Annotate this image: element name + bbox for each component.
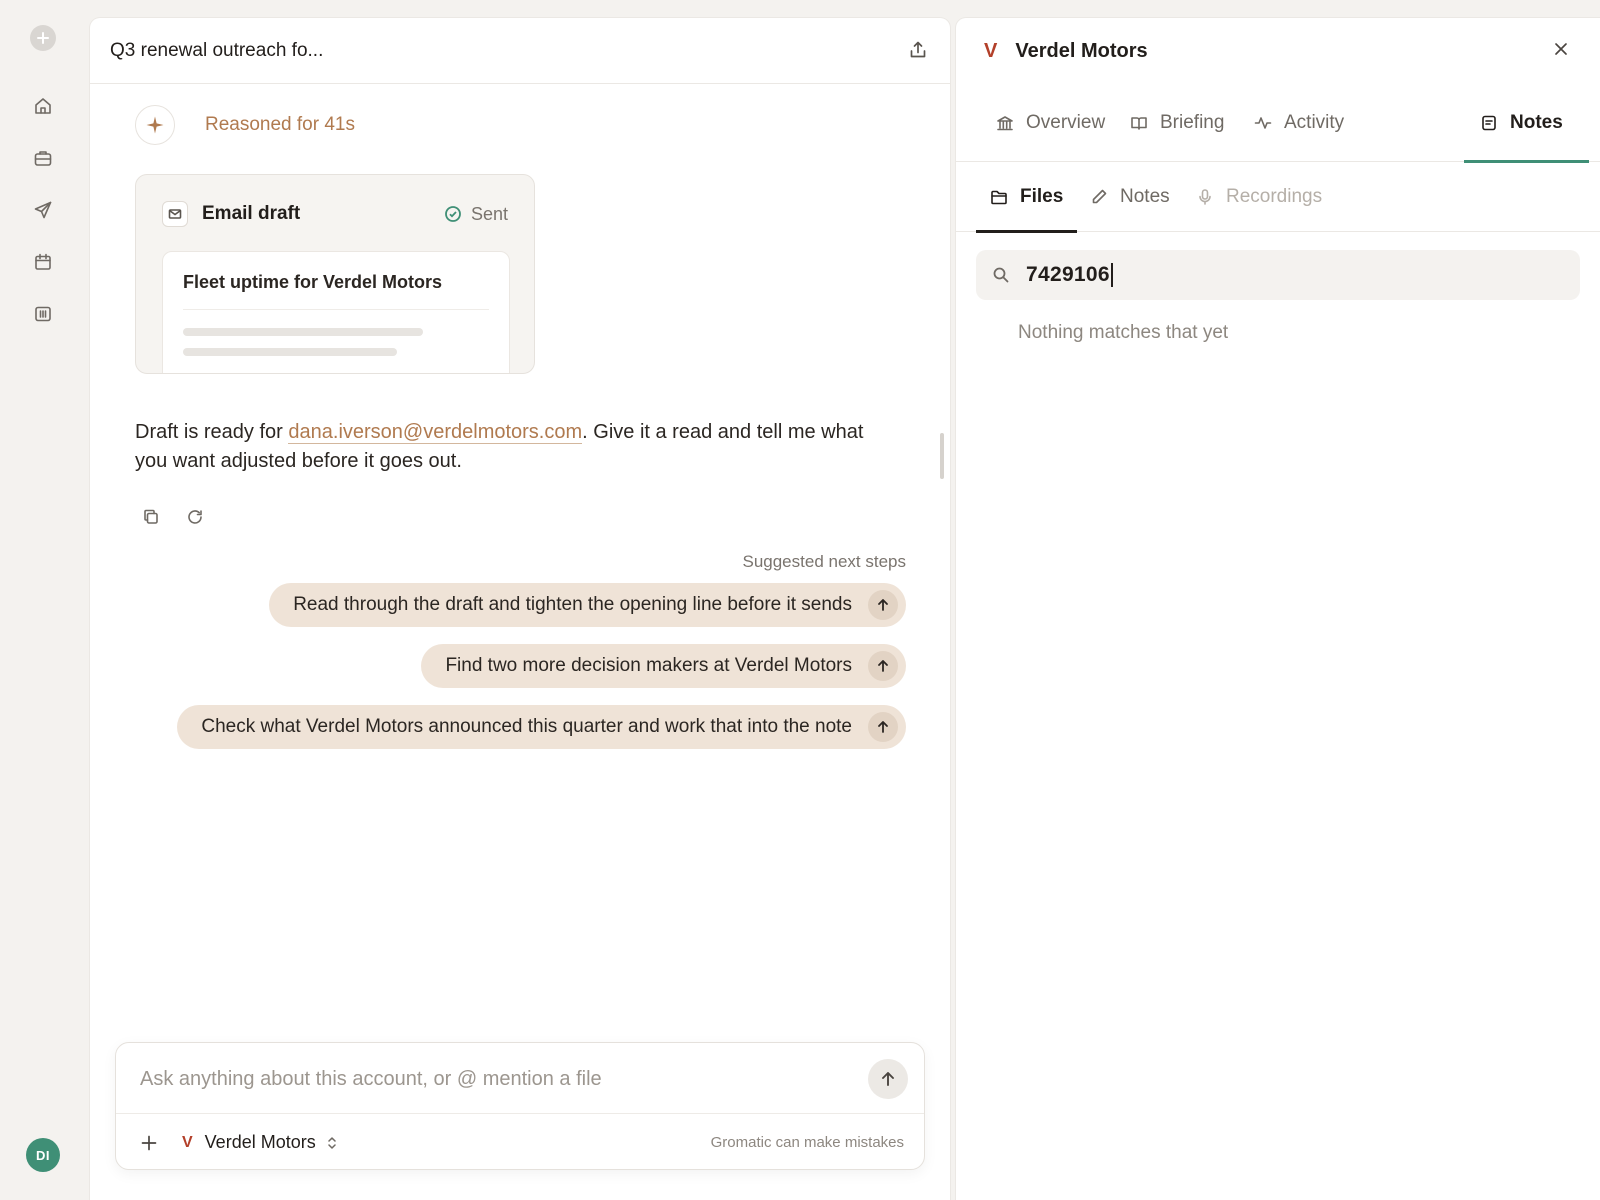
message-actions [140, 506, 206, 528]
rail-briefcase-button[interactable] [29, 144, 57, 172]
copy-button[interactable] [140, 506, 162, 528]
assistant-reply: Draft is ready for dana.iverson@verdelmo… [135, 418, 895, 476]
attach-button[interactable] [136, 1130, 162, 1156]
suggestion-text: Find two more decision makers at Verdel … [445, 655, 852, 676]
placeholder-line [183, 348, 397, 356]
subtab-label: Recordings [1226, 186, 1323, 207]
side-panel-header: V Verdel Motors [956, 18, 1600, 84]
tab-notes[interactable]: Notes [1464, 84, 1589, 163]
files-search-input[interactable]: 7429106 [976, 250, 1580, 300]
close-button[interactable] [1552, 40, 1574, 62]
tab-label: Briefing [1160, 112, 1225, 133]
verdel-logo-icon: V [182, 1133, 193, 1151]
tab-overview[interactable]: Overview [996, 84, 1105, 162]
tab-briefing[interactable]: Briefing [1130, 84, 1224, 162]
email-draft-card[interactable]: Email draft Sent Fleet uptime for Verdel… [135, 174, 535, 374]
reasoning-row[interactable]: Reasoned for 41s [135, 105, 355, 145]
placeholder-line [183, 328, 423, 336]
rail-calendar-button[interactable] [29, 248, 57, 276]
plus-icon [37, 32, 49, 44]
rail-send-button[interactable] [29, 196, 57, 224]
microphone-icon [1199, 189, 1211, 205]
search-query: 7429106 [1026, 262, 1113, 288]
suggestion-chip[interactable]: Check what Verdel Motors announced this … [177, 705, 906, 749]
bank-icon [997, 116, 1013, 131]
sparkle-icon [135, 105, 175, 145]
share-icon [910, 41, 926, 58]
new-chat-button[interactable] [30, 25, 56, 51]
message-composer: V Verdel Motors Gromatic can make mistak… [115, 1042, 925, 1170]
arrow-up-icon [868, 590, 898, 620]
notes-subtabs: Files Notes Recordings [956, 162, 1600, 233]
home-icon [35, 98, 51, 114]
account-selector[interactable]: V Verdel Motors [182, 1132, 338, 1153]
suggestion-text: Read through the draft and tighten the o… [293, 594, 852, 615]
empty-state-message: Nothing matches that yet [1018, 322, 1229, 343]
calendar-icon [35, 253, 51, 270]
reasoning-label: Reasoned for 41s [205, 114, 355, 135]
search-query-text: 7429106 [1026, 262, 1110, 286]
email-subject: Fleet uptime for Verdel Motors [183, 272, 489, 310]
mail-icon [162, 201, 188, 227]
scrollbar-thumb[interactable] [940, 433, 944, 479]
account-selector-label: Verdel Motors [204, 1132, 316, 1152]
search-icon [993, 267, 1009, 283]
tab-label: Overview [1026, 112, 1106, 133]
email-preview: Fleet uptime for Verdel Motors [162, 251, 510, 373]
note-icon [1482, 115, 1496, 131]
account-side-panel: V Verdel Motors Overview Briefing Activi… [956, 18, 1600, 1200]
rail-columns-button[interactable] [29, 300, 57, 328]
arrow-up-icon [882, 1072, 894, 1086]
tab-activity[interactable]: Activity [1254, 84, 1344, 162]
tab-label: Notes [1510, 112, 1563, 133]
chevron-updown-icon [326, 1135, 338, 1151]
email-card-header: Email draft Sent [162, 201, 508, 227]
verdel-logo-icon: V [984, 39, 998, 62]
copy-icon [144, 509, 158, 524]
message-input[interactable] [140, 1061, 840, 1097]
pencil-icon [1092, 189, 1107, 204]
refresh-icon [188, 510, 202, 524]
book-open-icon [1131, 117, 1147, 130]
close-icon [1555, 43, 1567, 55]
arrow-up-icon [868, 651, 898, 681]
tab-label: Activity [1284, 112, 1345, 133]
check-circle-icon [445, 206, 461, 222]
subtab-notes[interactable]: Notes [1090, 162, 1170, 232]
chat-panel: Q3 renewal outreach fo... Reasoned for 4… [90, 18, 950, 1200]
sent-status: Sent [444, 204, 508, 225]
share-button[interactable] [908, 40, 930, 62]
chat-header: Q3 renewal outreach fo... [90, 18, 950, 84]
suggestion-text: Check what Verdel Motors announced this … [201, 716, 852, 737]
briefcase-icon [34, 151, 52, 166]
reply-text-before: Draft is ready for [135, 421, 289, 443]
disclaimer-text: Gromatic can make mistakes [710, 1134, 904, 1151]
user-avatar[interactable]: DI [26, 1138, 60, 1172]
text-caret [1110, 263, 1113, 288]
email-draft-label: Email draft [202, 203, 301, 224]
send-button[interactable] [868, 1059, 908, 1099]
activity-icon [1254, 117, 1272, 129]
suggestion-chip[interactable]: Read through the draft and tighten the o… [269, 583, 906, 627]
account-title: Verdel Motors [1015, 39, 1148, 62]
subtab-label: Files [1020, 186, 1064, 207]
subtab-files[interactable]: Files [975, 162, 1078, 233]
composer-footer: V Verdel Motors Gromatic can make mistak… [116, 1113, 924, 1171]
folder-icon [991, 190, 1007, 205]
regenerate-button[interactable] [184, 506, 206, 528]
subtab-label: Notes [1120, 186, 1170, 207]
suggestion-chip[interactable]: Find two more decision makers at Verdel … [421, 644, 906, 688]
left-rail: DI [0, 0, 86, 1200]
columns-icon [35, 306, 51, 322]
send-icon [34, 201, 52, 219]
chat-title[interactable]: Q3 renewal outreach fo... [110, 40, 323, 62]
arrow-up-icon [868, 712, 898, 742]
subtab-recordings[interactable]: Recordings [1196, 162, 1322, 232]
plus-icon [141, 1135, 157, 1150]
sent-status-label: Sent [470, 203, 508, 224]
rail-home-button[interactable] [29, 92, 57, 120]
account-tabs: Overview Briefing Activity Notes [956, 84, 1600, 163]
suggested-steps-label: Suggested next steps [742, 552, 906, 571]
recipient-email-link[interactable]: dana.iverson@verdelmotors.com [288, 421, 583, 444]
